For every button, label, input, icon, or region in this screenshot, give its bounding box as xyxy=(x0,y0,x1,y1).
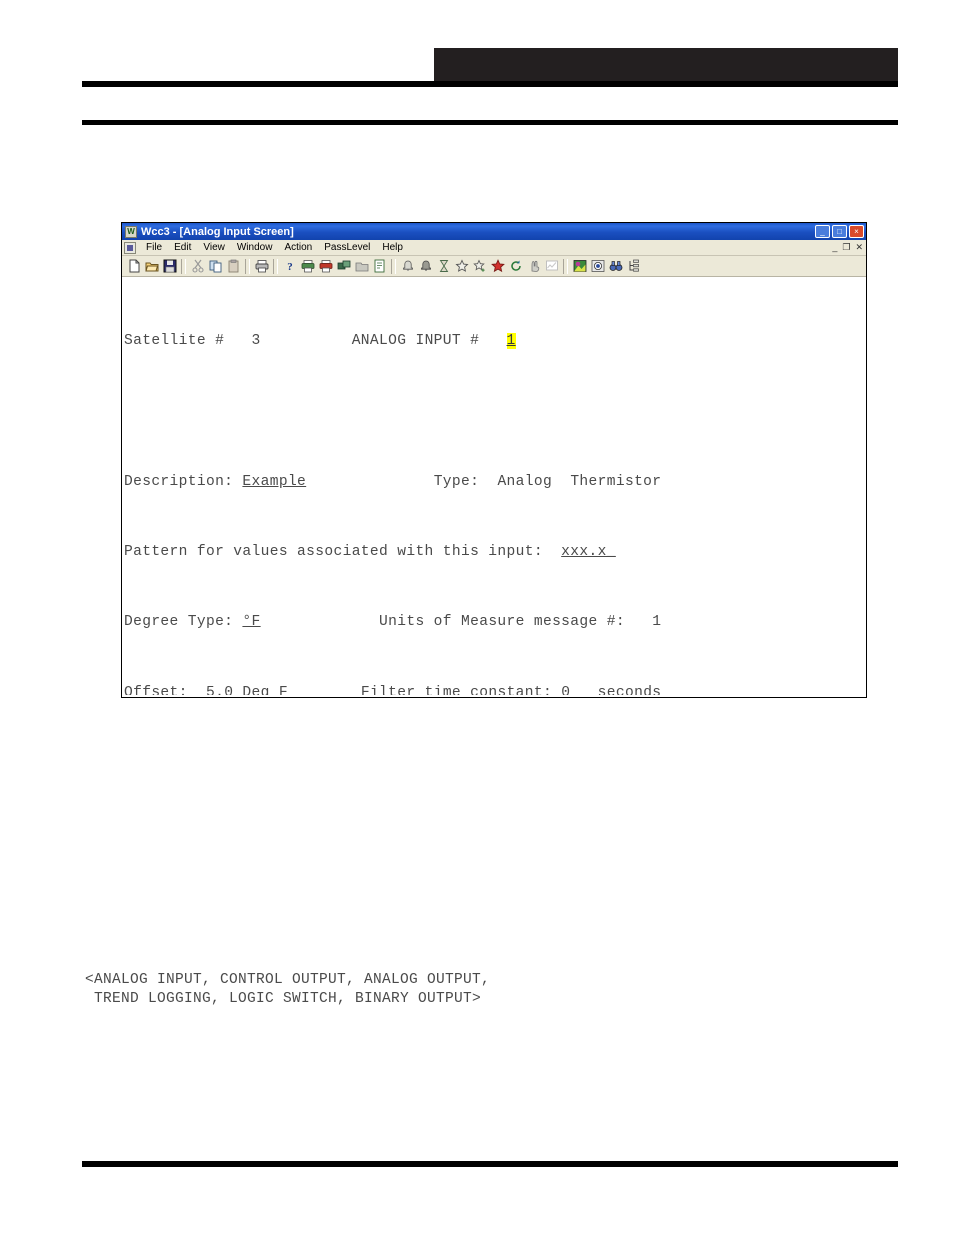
toolbar-separator xyxy=(181,258,186,274)
toolbar-separator xyxy=(391,258,396,274)
maximize-button[interactable]: □ xyxy=(832,225,847,238)
type-label: Type: xyxy=(433,473,480,490)
trend-chart-icon[interactable] xyxy=(543,258,560,275)
refresh-green-icon[interactable] xyxy=(507,258,524,275)
circle-blue-icon[interactable] xyxy=(589,258,606,275)
offset-value[interactable]: 5.0 Deg F xyxy=(206,685,288,695)
print-preview-green-icon[interactable] xyxy=(299,258,316,275)
screen-blank xyxy=(124,403,866,421)
pattern-value[interactable]: xxx.x_ xyxy=(561,544,616,560)
caption-line-1: <ANALOG INPUT, CONTROL OUTPUT, ANALOG OU… xyxy=(85,972,491,988)
alarm-bell-up-icon[interactable] xyxy=(399,258,416,275)
save-disk-icon[interactable] xyxy=(161,258,178,275)
pattern-label: Pattern for values associated with this … xyxy=(124,543,543,560)
menu-item-file[interactable]: File xyxy=(140,241,168,255)
description-value[interactable]: Example xyxy=(242,474,306,490)
wcc3-application-window: W Wcc3 - [Analog Input Screen] _ □ × Fil… xyxy=(121,222,867,698)
properties-icon[interactable] xyxy=(371,258,388,275)
menu-item-passlevel[interactable]: PassLevel xyxy=(318,241,376,255)
menu-item-edit[interactable]: Edit xyxy=(168,241,197,255)
paste-icon[interactable] xyxy=(225,258,242,275)
offset-label: Offset: xyxy=(124,684,188,695)
toolbar-separator xyxy=(563,258,568,274)
satellite-label: Satellite # xyxy=(124,332,225,349)
screen-line-description: Description: Example Type: Analog Thermi… xyxy=(124,474,866,492)
cut-scissors-icon[interactable] xyxy=(189,258,206,275)
header-rule-middle xyxy=(82,120,898,125)
alarm-star-red-icon[interactable] xyxy=(489,258,506,275)
mdi-document-icon[interactable] xyxy=(124,241,136,254)
caption-line-2: TREND LOGGING, LOGIC SWITCH, BINARY OUTP… xyxy=(85,991,482,1007)
copy-icon[interactable] xyxy=(207,258,224,275)
type-value[interactable]: Analog Thermistor xyxy=(497,474,661,490)
toolbar-separator xyxy=(273,258,278,274)
binoculars-icon[interactable] xyxy=(607,258,624,275)
units-of-measure-label: Units of Measure message #: xyxy=(379,614,625,631)
mdi-window-controls: _ ❐ ✕ xyxy=(832,241,863,254)
upload-icon[interactable] xyxy=(353,258,370,275)
description-label: Description: xyxy=(124,473,234,490)
screen-text-area: Satellite # 3 ANALOG INPUT # 1 Descripti… xyxy=(124,280,866,695)
header-rule-top xyxy=(82,81,898,87)
open-folder-icon[interactable] xyxy=(143,258,160,275)
filter-label: Filter time constant: xyxy=(360,684,553,695)
window-title: Wcc3 - [Analog Input Screen] xyxy=(141,225,294,238)
window-title-bar[interactable]: W Wcc3 - [Analog Input Screen] _ □ × xyxy=(122,223,866,240)
tree-view-icon[interactable] xyxy=(625,258,642,275)
help-question-icon[interactable]: ? xyxy=(281,258,298,275)
color-palette-icon[interactable] xyxy=(571,258,588,275)
hourglass-icon[interactable] xyxy=(435,258,452,275)
hand-icon[interactable] xyxy=(525,258,542,275)
filter-value[interactable]: 0 xyxy=(561,685,570,695)
alarm-bell-down-icon[interactable] xyxy=(417,258,434,275)
menu-item-action[interactable]: Action xyxy=(278,241,318,255)
satellite-number[interactable]: 3 xyxy=(252,333,261,349)
mdi-close-button[interactable]: ✕ xyxy=(855,241,863,254)
filter-unit: seconds xyxy=(597,684,662,695)
analog-input-number[interactable]: 1 xyxy=(506,332,516,349)
window-controls: _ □ × xyxy=(815,225,864,238)
menu-item-window[interactable]: Window xyxy=(231,241,279,255)
mdi-restore-button[interactable]: ❐ xyxy=(842,241,850,254)
degree-type-value[interactable]: °F xyxy=(242,614,260,630)
new-document-icon[interactable] xyxy=(125,258,142,275)
app-icon[interactable]: W xyxy=(125,225,137,238)
star-icon[interactable] xyxy=(453,258,470,275)
close-button[interactable]: × xyxy=(849,225,864,238)
svg-text:?: ? xyxy=(287,261,293,273)
screen-line-satellite: Satellite # 3 ANALOG INPUT # 1 xyxy=(124,332,866,351)
menu-item-view[interactable]: View xyxy=(197,241,231,255)
analog-input-label: ANALOG INPUT # xyxy=(351,332,480,349)
tool-bar: ? xyxy=(122,256,866,277)
mdi-minimize-button[interactable]: _ xyxy=(832,241,837,254)
minimize-button[interactable]: _ xyxy=(815,225,830,238)
star-add-icon[interactable] xyxy=(471,258,488,275)
network-scan-icon[interactable] xyxy=(335,258,352,275)
menu-bar: File Edit View Window Action PassLevel H… xyxy=(122,240,866,256)
screen-line-offset: Offset: 5.0 Deg F Filter time constant: … xyxy=(124,685,866,695)
analog-input-screen: Satellite # 3 ANALOG INPUT # 1 Descripti… xyxy=(122,277,866,695)
screen-list-caption: <ANALOG INPUT, CONTROL OUTPUT, ANALOG OU… xyxy=(85,971,490,1009)
screen-line-pattern: Pattern for values associated with this … xyxy=(124,544,866,562)
header-dark-block xyxy=(434,48,898,82)
units-of-measure-value[interactable]: 1 xyxy=(652,614,661,630)
print-icon[interactable] xyxy=(253,258,270,275)
print-red-icon[interactable] xyxy=(317,258,334,275)
menu-item-help[interactable]: Help xyxy=(376,241,409,255)
degree-type-label: Degree Type: xyxy=(124,614,234,631)
toolbar-separator xyxy=(245,258,250,274)
footer-rule xyxy=(82,1161,898,1167)
screen-line-degree-type: Degree Type: °F Units of Measure message… xyxy=(124,614,866,632)
